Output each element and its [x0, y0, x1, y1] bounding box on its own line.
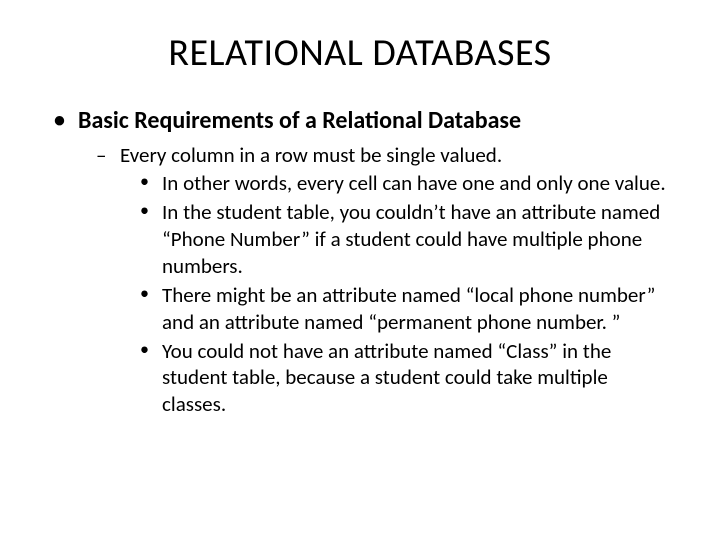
bullet-l3c-text: There might be an attribute named “local…: [162, 282, 655, 335]
slide: RELATIONAL DATABASES Basic Requirements …: [0, 0, 720, 540]
bullet-level2: Every column in a row must be single val…: [94, 142, 670, 418]
bullet-level3: You could not have an attribute named “C…: [138, 338, 670, 419]
bullet-l3d-text: You could not have an attribute named “C…: [162, 338, 611, 418]
bullet-level1: Basic Requirements of a Relational Datab…: [50, 106, 670, 418]
slide-title: RELATIONAL DATABASES: [50, 30, 670, 76]
bullet-l3b-text: In the student table, you couldn’t have …: [162, 199, 660, 279]
bullet-l3a-text: In other words, every cell can have one …: [162, 170, 666, 196]
bullet-level3: In the student table, you couldn’t have …: [138, 199, 670, 280]
bullet-list: Basic Requirements of a Relational Datab…: [50, 106, 670, 418]
bullet-l2-text: Every column in a row must be single val…: [120, 142, 502, 168]
bullet-list-l3: In other words, every cell can have one …: [120, 170, 670, 418]
bullet-list-l2: Every column in a row must be single val…: [78, 142, 670, 418]
bullet-level3: In other words, every cell can have one …: [138, 170, 670, 197]
bullet-level3: There might be an attribute named “local…: [138, 282, 670, 336]
bullet-l1-text: Basic Requirements of a Relational Datab…: [78, 106, 521, 135]
